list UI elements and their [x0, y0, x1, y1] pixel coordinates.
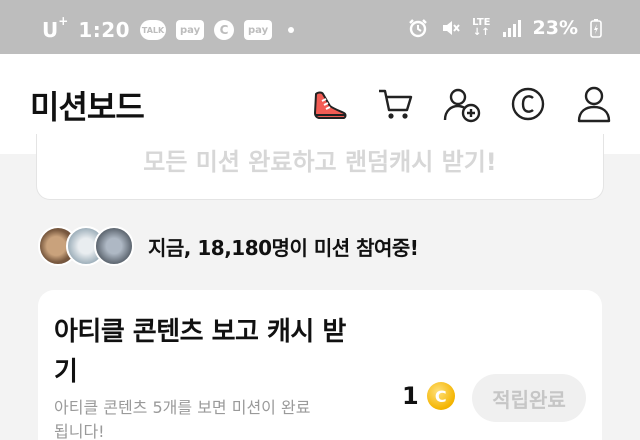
- alarm-icon: [409, 19, 427, 38]
- kakaotalk-icon: TALK: [140, 20, 167, 40]
- cart-icon[interactable]: [376, 84, 416, 124]
- pay-icon: pay: [176, 20, 205, 40]
- mission-card[interactable]: 아티클 콘텐츠 보고 캐시 받기 아티클 콘텐츠 5개를 보면 미션이 완료됩니…: [38, 290, 602, 440]
- signal-icon: [502, 19, 521, 37]
- banner-text: 모든 미션 완료하고 랜덤캐시 받기!: [143, 148, 497, 176]
- all-missions-banner[interactable]: 모든 미션 완료하고 랜덤캐시 받기!: [36, 134, 604, 200]
- mission-complete-button[interactable]: 적립완료: [472, 374, 586, 422]
- lte-indicator: LTE ↓↑: [472, 18, 490, 38]
- participants-prefix: 지금,: [148, 235, 198, 260]
- page-title: 미션보드: [30, 88, 145, 126]
- battery-percent: 23%: [532, 17, 578, 39]
- pay-icon-2: pay: [244, 20, 273, 40]
- carrier-text: U: [42, 18, 59, 42]
- participant-avatar: [94, 226, 134, 266]
- cash-coin-icon[interactable]: [508, 84, 548, 124]
- header-actions: [310, 84, 614, 124]
- c-coin-icon: C: [214, 20, 235, 40]
- notification-dot-icon: [288, 27, 295, 33]
- mission-reward: 1 C: [402, 382, 455, 410]
- clock: 1:20: [78, 18, 131, 42]
- sneaker-icon[interactable]: [310, 84, 350, 124]
- data-arrows-icon: ↓↑: [472, 27, 490, 38]
- status-right: LTE ↓↑ 23%: [408, 17, 602, 39]
- participants-row: 지금, 18,180명이 미션 참여중!: [38, 226, 419, 266]
- mission-title: 아티클 콘텐츠 보고 캐시 받기: [54, 317, 346, 387]
- carrier-label: U+: [42, 14, 68, 42]
- profile-icon[interactable]: [574, 84, 614, 124]
- participants-count: 18,180명: [197, 235, 290, 260]
- status-bar: U+ 1:20 TALK pay C pay LTE ↓↑ 23%: [0, 0, 640, 54]
- status-left: U+ 1:20 TALK pay C pay: [42, 14, 295, 42]
- battery-charging-icon: [590, 19, 602, 38]
- coin-icon: C: [426, 382, 455, 410]
- mute-icon: [443, 21, 460, 35]
- reward-amount: 1: [402, 382, 419, 410]
- mission-description: 아티클 콘텐츠 5개를 보면 미션이 완료됩니다!: [54, 398, 311, 440]
- participants-suffix: 이 미션 참여중!: [289, 235, 419, 260]
- add-friend-icon[interactable]: [442, 84, 482, 124]
- participants-text: 지금, 18,180명이 미션 참여중!: [148, 232, 419, 261]
- carrier-plus: +: [58, 14, 69, 29]
